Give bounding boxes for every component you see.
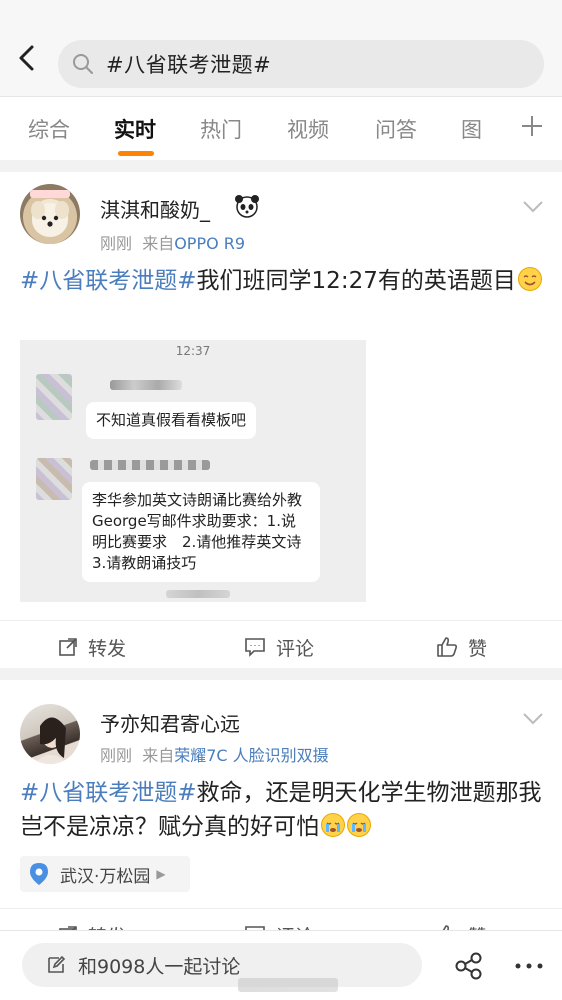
avatar[interactable] <box>20 184 80 244</box>
chat-bubble: 不知道真假看看模板吧 <box>86 402 257 439</box>
tab-bar: 综合 实时 热门 视频 问答 图 <box>0 96 562 160</box>
tab-hot[interactable]: 热门 <box>200 115 242 145</box>
back-arrow-icon[interactable] <box>14 44 42 72</box>
like-icon <box>437 637 458 657</box>
chat-bubble: 李华参加英文诗朗诵比赛给外教George写邮件求助要求：1.说明比赛要求 2.请… <box>82 482 320 582</box>
plus-icon[interactable] <box>520 114 544 138</box>
post-image[interactable]: 12:37 不知道真假看看模板吧 李华参加英文诗朗诵比赛给外教George写邮件… <box>20 340 366 602</box>
discuss-input[interactable]: 和9098人一起讨论 <box>22 943 422 987</box>
girl-avatar-image <box>34 717 68 764</box>
blurred-avatar <box>36 458 72 500</box>
share-icon[interactable] <box>454 951 484 981</box>
comment-label: 评论 <box>276 637 315 660</box>
post-text: #八省联考泄题#我们班同学12:27有的英语题目 <box>20 264 544 298</box>
crying-emoji-icon <box>321 813 345 837</box>
tab-comprehensive[interactable]: 综合 <box>28 115 70 145</box>
post-source[interactable]: OPPO R9 <box>174 234 245 253</box>
location-icon <box>30 863 48 885</box>
repost-icon <box>59 638 77 656</box>
panda-emoji-icon <box>235 195 259 218</box>
smile-emoji-icon <box>517 267 542 291</box>
location-chip[interactable]: 武汉·万松园 ▶ <box>20 856 190 892</box>
blurred-name <box>90 460 210 470</box>
discuss-label: 和9098人一起讨论 <box>78 955 241 978</box>
username[interactable]: 淇淇和酸奶_ <box>100 194 210 223</box>
post-actions: 转发 评论 赞 <box>0 620 562 672</box>
image-time: 12:37 <box>175 344 211 358</box>
chevron-down-icon[interactable] <box>522 712 544 726</box>
hashtag-link[interactable]: #八省联考泄题# <box>20 268 197 294</box>
source-prefix: 来自 <box>142 746 175 765</box>
more-icon[interactable] <box>514 963 544 969</box>
post-time: 刚刚 <box>100 746 133 765</box>
search-input[interactable]: #八省联考泄题# <box>58 40 544 88</box>
chevron-right-icon: ▶ <box>156 867 166 881</box>
like-label: 赞 <box>468 637 488 660</box>
post-text: #八省联考泄题#救命，还是明天化学生物泄题那我岂不是凉凉？赋分真的好可怕 <box>20 776 544 844</box>
search-icon <box>73 54 93 74</box>
comment-button[interactable]: 评论 <box>244 621 314 673</box>
tab-realtime[interactable]: 实时 <box>114 115 156 145</box>
post-body: 我们班同学12:27有的英语题目 <box>196 268 516 294</box>
top-bar: #八省联考泄题# <box>0 0 562 96</box>
edit-icon <box>48 955 66 973</box>
crying-emoji-icon <box>347 813 371 837</box>
hashtag-link[interactable]: #八省联考泄题# <box>20 780 197 806</box>
avatar[interactable] <box>20 704 80 764</box>
post-card[interactable]: 予亦知君寄心远 刚刚 来自荣耀7C 人脸识别双摄 #八省联考泄题#救命，还是明天… <box>0 680 562 948</box>
post-meta: 刚刚 来自OPPO R9 <box>100 230 245 254</box>
blurred-name <box>110 380 182 390</box>
like-button[interactable]: 赞 <box>436 621 487 673</box>
tab-video[interactable]: 视频 <box>287 115 329 145</box>
divider <box>0 160 562 172</box>
active-tab-indicator <box>118 151 154 156</box>
chevron-down-icon[interactable] <box>522 200 544 214</box>
search-query: #八省联考泄题# <box>106 53 272 77</box>
username[interactable]: 予亦知君寄心远 <box>100 708 240 737</box>
image-watermark <box>238 978 338 992</box>
divider <box>0 668 562 680</box>
tab-pictures[interactable]: 图 <box>461 115 482 145</box>
post-time: 刚刚 <box>100 234 133 253</box>
post-meta: 刚刚 来自荣耀7C 人脸识别双摄 <box>100 742 329 766</box>
location-label: 武汉·万松园 <box>60 866 151 887</box>
blurred-avatar <box>36 374 72 420</box>
post-card[interactable]: 淇淇和酸奶_ 刚刚 来自OPPO R9 #八省联考泄题#我们班同学12:27有的… <box>0 172 562 668</box>
comment-icon <box>245 638 265 657</box>
image-watermark <box>166 590 230 598</box>
repost-label: 转发 <box>88 637 127 660</box>
repost-button[interactable]: 转发 <box>58 621 126 673</box>
source-prefix: 来自 <box>142 234 175 253</box>
tab-qa[interactable]: 问答 <box>375 115 417 145</box>
post-source[interactable]: 荣耀7C 人脸识别双摄 <box>174 746 328 765</box>
dog-avatar-image <box>30 190 70 237</box>
